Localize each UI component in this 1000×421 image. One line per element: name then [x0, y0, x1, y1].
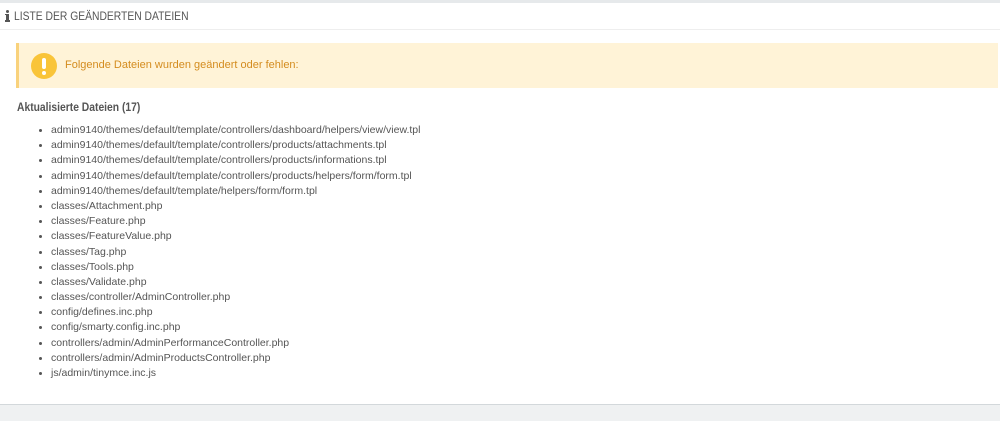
warning-icon	[31, 53, 57, 79]
file-list-item: classes/Tools.php	[0, 260, 420, 275]
bullet-icon	[39, 220, 42, 224]
file-list-item: classes/controller/AdminController.php	[0, 290, 420, 305]
file-list-item: admin9140/themes/default/template/contro…	[0, 153, 420, 168]
file-list-item: controllers/admin/AdminProductsControlle…	[0, 351, 420, 366]
alert-message: Folgende Dateien wurden geändert oder fe…	[65, 59, 299, 71]
file-path: classes/Tools.php	[51, 260, 134, 273]
file-list-item: admin9140/themes/default/template/contro…	[0, 138, 420, 153]
bullet-icon	[39, 356, 42, 360]
bullet-icon	[39, 311, 42, 315]
changed-files-panel: Liste der geänderten Dateien Folgende Da…	[0, 0, 1000, 405]
bullet-icon	[39, 326, 42, 330]
file-list-item: controllers/admin/AdminPerformanceContro…	[0, 336, 420, 351]
panel-heading: Liste der geänderten Dateien	[0, 3, 1000, 30]
file-path: admin9140/themes/default/template/contro…	[51, 139, 387, 152]
file-list-item: classes/Feature.php	[0, 214, 420, 229]
file-path: admin9140/themes/default/template/contro…	[51, 124, 421, 136]
bullet-icon	[39, 174, 42, 178]
file-list-item: admin9140/themes/default/template/contro…	[0, 169, 420, 184]
updated-files-list: admin9140/themes/default/template/contro…	[0, 123, 420, 381]
file-path: classes/Tag.php	[51, 245, 127, 258]
bullet-icon	[39, 250, 42, 254]
file-list-item: config/smarty.config.inc.php	[0, 320, 420, 335]
file-path: config/smarty.config.inc.php	[51, 321, 181, 334]
file-list-item: classes/Tag.php	[0, 245, 420, 260]
file-list-item: classes/FeatureValue.php	[0, 229, 420, 244]
bullet-icon	[39, 280, 42, 284]
file-path: controllers/admin/AdminPerformanceContro…	[51, 336, 290, 349]
file-path: classes/Validate.php	[51, 275, 147, 288]
file-path: config/defines.inc.php	[51, 306, 153, 319]
file-path: admin9140/themes/default/template/contro…	[51, 169, 412, 182]
file-path: admin9140/themes/default/template/contro…	[51, 154, 387, 167]
info-icon	[5, 10, 10, 22]
panel-title: Liste der geänderten Dateien	[14, 9, 189, 23]
file-path: classes/FeatureValue.php	[51, 230, 172, 243]
file-path: admin9140/themes/default/template/helper…	[51, 184, 318, 197]
file-path: controllers/admin/AdminProductsControlle…	[51, 351, 271, 364]
bullet-icon	[39, 189, 42, 193]
file-path: classes/Feature.php	[51, 215, 146, 228]
bullet-icon	[39, 372, 42, 375]
page-footer-background	[0, 405, 1000, 421]
bullet-icon	[39, 341, 42, 345]
bullet-icon	[39, 296, 42, 300]
bullet-icon	[39, 204, 42, 208]
bullet-icon	[39, 159, 42, 163]
warning-alert: Folgende Dateien wurden geändert oder fe…	[16, 43, 998, 88]
file-path: classes/Attachment.php	[51, 199, 163, 212]
bullet-icon	[39, 235, 42, 239]
bullet-icon	[39, 144, 42, 148]
file-path: classes/controller/AdminController.php	[51, 291, 231, 304]
file-list-item: js/admin/tinymce.inc.js	[0, 366, 420, 381]
bullet-icon	[39, 129, 42, 132]
file-path: js/admin/tinymce.inc.js	[51, 367, 157, 379]
file-list-item: classes/Validate.php	[0, 275, 420, 290]
file-list-item: admin9140/themes/default/template/helper…	[0, 184, 420, 199]
bullet-icon	[39, 265, 42, 269]
file-list-item: classes/Attachment.php	[0, 199, 420, 214]
file-list-item: admin9140/themes/default/template/contro…	[0, 123, 420, 138]
file-list-item: config/defines.inc.php	[0, 305, 420, 320]
updated-files-heading: Aktualisierte Dateien (17)	[17, 100, 141, 114]
